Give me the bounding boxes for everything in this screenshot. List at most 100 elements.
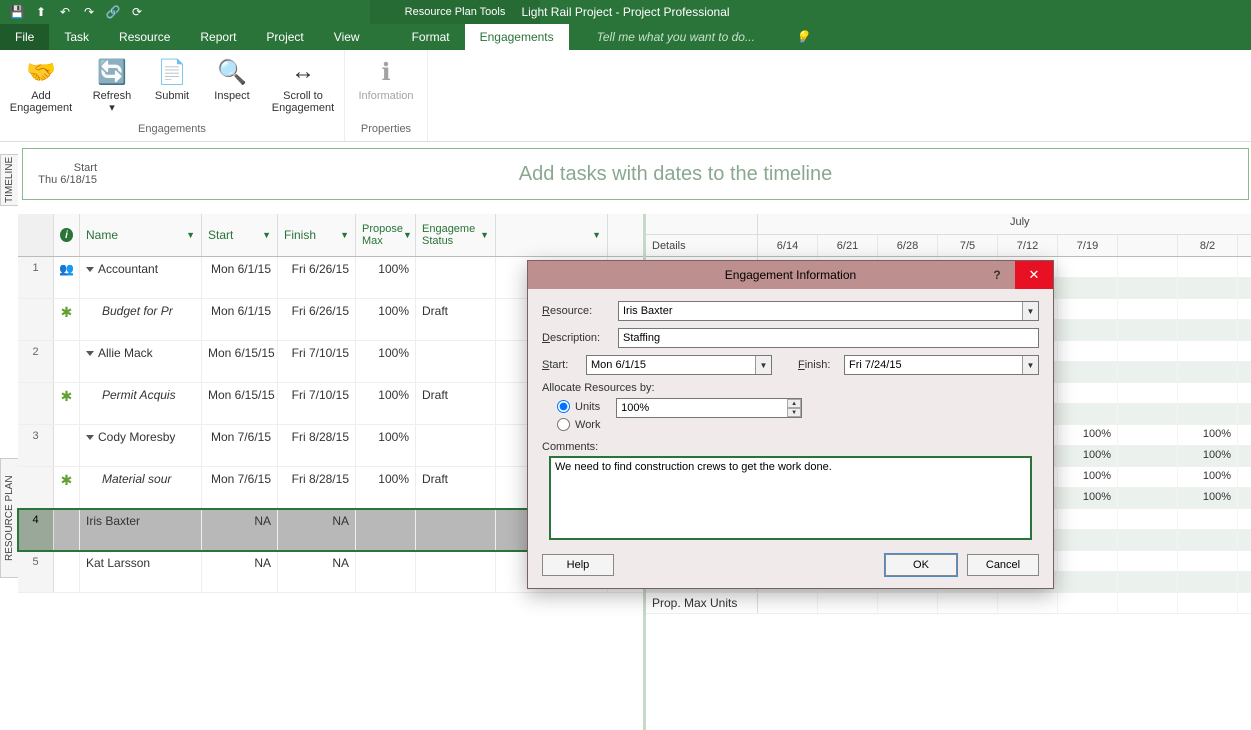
resource-combo[interactable]: ▼ [618,301,1039,321]
undo-icon[interactable]: ↶ [54,2,76,22]
add-new-column-header[interactable]: ▼ [496,214,608,256]
start-cell[interactable]: Mon 6/15/15 [202,341,278,382]
start-date-input[interactable] [587,356,755,374]
status-cell[interactable]: Draft [416,299,496,340]
proposed-max-cell[interactable] [356,509,416,550]
inspect-button[interactable]: 🔍 Inspect [208,54,256,121]
finish-cell[interactable]: Fri 6/26/15 [278,257,356,298]
status-cell[interactable] [416,341,496,382]
redo-icon[interactable]: ↷ [78,2,100,22]
tab-file[interactable]: File [0,24,49,50]
row-number[interactable] [18,383,54,424]
row-number[interactable] [18,467,54,508]
engagement-status-column-header[interactable]: Engageme Status▼ [416,214,496,256]
row-number[interactable] [18,299,54,340]
name-cell[interactable]: Cody Moresby [80,425,202,466]
name-column-header[interactable]: Name▼ [80,214,202,256]
status-cell[interactable]: Draft [416,383,496,424]
name-cell[interactable]: Accountant [80,257,202,298]
date-column-header[interactable]: 6/28 [878,235,938,256]
tab-resource[interactable]: Resource [104,24,185,50]
name-cell[interactable]: Kat Larsson [80,551,202,592]
comments-textarea[interactable] [550,457,1031,539]
proposed-max-cell[interactable] [356,551,416,592]
description-input[interactable] [618,328,1039,348]
name-cell[interactable]: Allie Mack [80,341,202,382]
units-input[interactable] [617,399,787,417]
proposed-max-cell[interactable]: 100% [356,341,416,382]
resource-input[interactable] [619,302,1022,320]
chevron-down-icon[interactable]: ▼ [1022,356,1038,374]
row-number[interactable]: 1 [18,257,54,298]
tab-engagements[interactable]: Engagements [465,24,569,50]
details-header[interactable]: Details [646,235,758,256]
start-cell[interactable]: NA [202,509,278,550]
start-cell[interactable]: NA [202,551,278,592]
tab-report[interactable]: Report [185,24,251,50]
chevron-down-icon[interactable]: ▼ [755,356,771,374]
dialog-close-button[interactable]: ✕ [1015,261,1053,289]
start-cell[interactable]: Mon 7/6/15 [202,425,278,466]
dialog-titlebar[interactable]: Engagement Information ? ✕ [528,261,1053,289]
detail-row[interactable]: Prop. Max Units [646,593,1251,614]
tab-format[interactable]: Format [397,24,465,50]
help-button[interactable]: Help [542,554,614,576]
tab-project[interactable]: Project [251,24,318,50]
expand-icon[interactable] [86,267,94,272]
refresh-icon[interactable]: ⟳ [126,2,148,22]
date-column-header[interactable] [1118,235,1178,256]
finish-cell[interactable]: Fri 8/28/15 [278,467,356,508]
proposed-max-column-header[interactable]: Propose Max▼ [356,214,416,256]
date-column-header[interactable]: 7/19 [1058,235,1118,256]
row-number[interactable]: 5 [18,551,54,592]
indicator-column[interactable]: i [54,214,80,256]
status-cell[interactable] [416,257,496,298]
finish-column-header[interactable]: Finish▼ [278,214,356,256]
finish-cell[interactable]: Fri 7/10/15 [278,341,356,382]
name-cell[interactable]: Iris Baxter [80,509,202,550]
units-input-combo[interactable]: ▲▼ [616,398,802,418]
finish-cell[interactable]: Fri 8/28/15 [278,425,356,466]
refresh-button[interactable]: 🔄 Refresh▾ [88,54,136,121]
timeline-panel[interactable]: Start Thu 6/18/15 Add tasks with dates t… [22,148,1249,200]
row-number[interactable]: 4 [18,509,54,550]
proposed-max-cell[interactable]: 100% [356,257,416,298]
status-cell[interactable] [416,509,496,550]
link-icon[interactable]: 🔗 [102,2,124,22]
work-radio[interactable]: Work [557,418,1039,431]
units-radio[interactable]: Units [557,400,600,413]
finish-date-combo[interactable]: ▼ [844,355,1039,375]
date-column-header[interactable]: 7/12 [998,235,1058,256]
ok-button[interactable]: OK [885,554,957,576]
start-column-header[interactable]: Start▼ [202,214,278,256]
date-column-header[interactable]: 6/21 [818,235,878,256]
add-engagement-button[interactable]: 🤝 Add Engagement [6,54,76,121]
start-cell[interactable]: Mon 6/1/15 [202,299,278,340]
name-cell[interactable]: Budget for Pr [80,299,202,340]
name-cell[interactable]: Material sour [80,467,202,508]
date-column-header[interactable]: 7/5 [938,235,998,256]
timeline-side-tab[interactable]: TIMELINE [0,154,18,206]
save-icon[interactable]: 💾 [6,2,28,22]
finish-cell[interactable]: Fri 6/26/15 [278,299,356,340]
start-cell[interactable]: Mon 7/6/15 [202,467,278,508]
status-cell[interactable] [416,551,496,592]
date-column-header[interactable]: 8/2 [1178,235,1238,256]
proposed-max-cell[interactable]: 100% [356,467,416,508]
expand-icon[interactable] [86,435,94,440]
proposed-max-cell[interactable]: 100% [356,383,416,424]
tab-task[interactable]: Task [49,24,104,50]
tell-me-search[interactable]: Tell me what you want to do... 💡 [597,24,809,50]
finish-cell[interactable]: NA [278,509,356,550]
dialog-help-button[interactable]: ? [979,261,1015,289]
cancel-button[interactable]: Cancel [967,554,1039,576]
start-date-combo[interactable]: ▼ [586,355,772,375]
submit-button[interactable]: 📄 Submit [148,54,196,121]
tab-view[interactable]: View [319,24,375,50]
resource-plan-side-tab[interactable]: RESOURCE PLAN [0,458,18,578]
chevron-down-icon[interactable]: ▼ [1022,302,1038,320]
expand-icon[interactable] [86,351,94,356]
publish-icon[interactable]: ⬆ [30,2,52,22]
scroll-to-engagement-button[interactable]: ↔ Scroll to Engagement [268,54,338,121]
status-cell[interactable] [416,425,496,466]
